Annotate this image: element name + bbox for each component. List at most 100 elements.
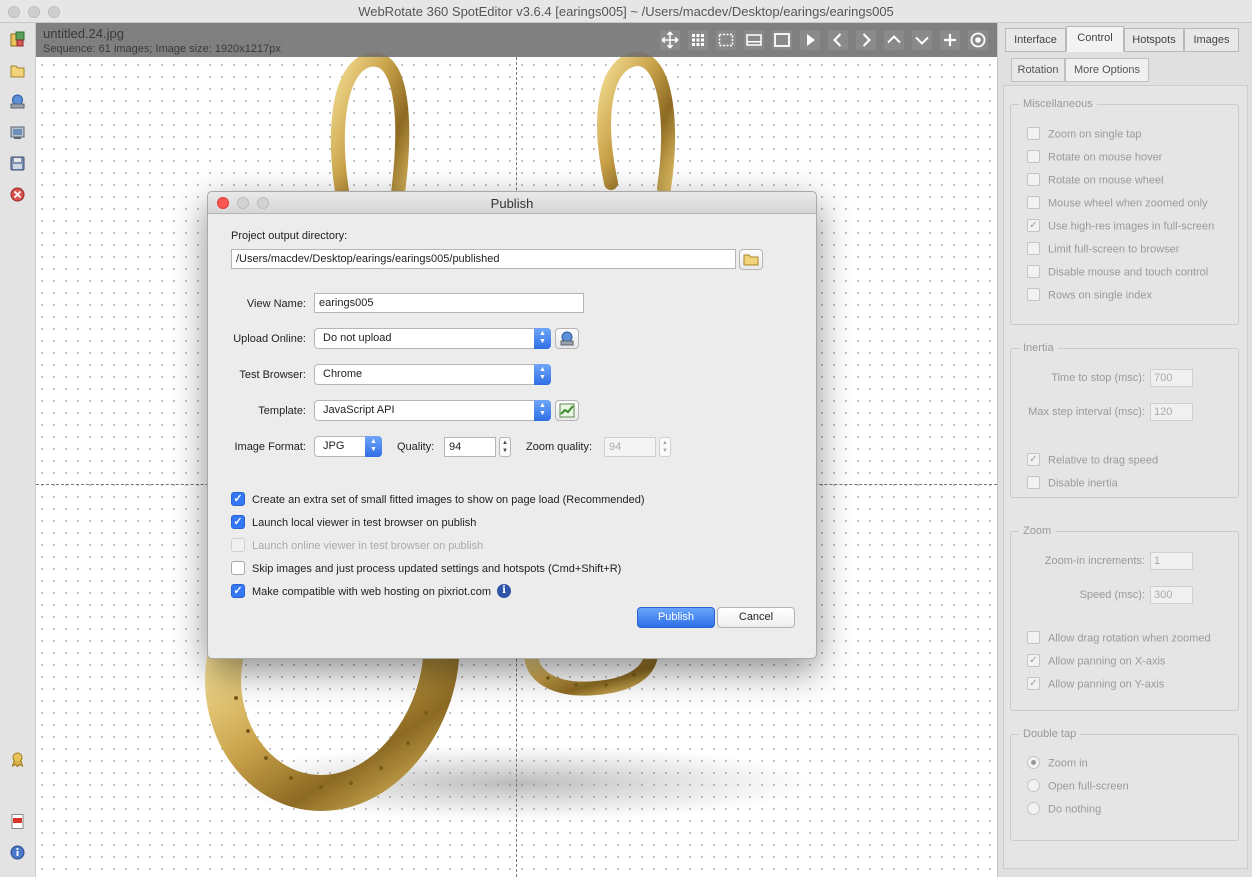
radio[interactable] [1027, 802, 1040, 815]
radio-selected[interactable] [1027, 756, 1040, 769]
template-options-button[interactable] [555, 400, 579, 421]
max-step-interval-input[interactable]: 120 [1150, 403, 1193, 421]
tab-interface[interactable]: Interface [1005, 28, 1066, 52]
publish-icon[interactable] [9, 124, 26, 141]
checkbox[interactable] [1027, 242, 1040, 255]
option-zoom-on-single-tap[interactable]: Zoom on single tap [1027, 127, 1142, 142]
checkbox[interactable] [1027, 196, 1040, 209]
option-disable-mouse-touch[interactable]: Disable mouse and touch control [1027, 265, 1208, 280]
checkbox[interactable] [1027, 265, 1040, 278]
option-label: Limit full-screen to browser [1048, 243, 1180, 256]
zoom-quality-stepper[interactable]: ▲ ▼ [659, 437, 671, 457]
play-icon[interactable] [800, 30, 820, 50]
upload-icon[interactable] [9, 93, 26, 110]
radio-open-fullscreen[interactable]: Open full-screen [1027, 779, 1129, 794]
output-dir-field[interactable]: /Users/macdev/Desktop/earings/earings005… [231, 249, 736, 269]
option-drag-rotation-zoomed[interactable]: Allow drag rotation when zoomed [1027, 631, 1211, 646]
zoom-quality-field[interactable]: 94 [604, 437, 656, 457]
target-icon[interactable] [968, 30, 988, 50]
option-label: Mouse wheel when zoomed only [1048, 197, 1208, 210]
checkbox-label: Launch local viewer in test browser on p… [252, 516, 477, 529]
option-rows-single-index[interactable]: Rows on single index [1027, 288, 1152, 303]
new-project-icon[interactable] [9, 31, 26, 48]
option-disable-inertia[interactable]: Disable inertia [1027, 476, 1118, 491]
image-format-select[interactable]: JPG ▲ ▼ [314, 436, 382, 457]
checkbox[interactable] [1027, 476, 1040, 489]
subtab-more-options[interactable]: More Options [1065, 58, 1149, 82]
save-icon[interactable] [9, 155, 26, 172]
checkbox-checked[interactable]: ✓ [1027, 654, 1040, 667]
zoom-speed-input[interactable]: 300 [1150, 586, 1193, 604]
zoom-increments-input[interactable]: 1 [1150, 552, 1193, 570]
checkbox[interactable] [1027, 127, 1040, 140]
upload-online-select[interactable]: Do not upload ▲ ▼ [314, 328, 551, 349]
prev-icon[interactable] [828, 30, 848, 50]
option-panning-x[interactable]: ✓ Allow panning on X-axis [1027, 654, 1165, 669]
option-mouse-wheel-zoomed-only[interactable]: Mouse wheel when zoomed only [1027, 196, 1208, 211]
checkbox-pixriot-compatible[interactable]: ✓ Make compatible with web hosting on pix… [231, 584, 512, 601]
radio[interactable] [1027, 779, 1040, 792]
checkbox-checked[interactable]: ✓ [231, 492, 245, 506]
template-label: Template: [258, 405, 306, 417]
browse-folder-button[interactable] [739, 249, 763, 270]
option-relative-to-drag-speed[interactable]: ✓ Relative to drag speed [1027, 453, 1158, 468]
option-panning-y[interactable]: ✓ Allow panning on Y-axis [1027, 677, 1165, 692]
grid-icon[interactable] [688, 30, 708, 50]
option-rotate-on-mouse-wheel[interactable]: Rotate on mouse wheel [1027, 173, 1164, 188]
radio-zoom-in[interactable]: Zoom in [1027, 756, 1088, 771]
tab-images[interactable]: Images [1184, 28, 1239, 52]
checkbox[interactable] [1027, 173, 1040, 186]
checkbox-checked[interactable]: ✓ [1027, 677, 1040, 690]
checkbox-checked[interactable]: ✓ [231, 515, 245, 529]
info-icon[interactable] [9, 844, 26, 861]
option-limit-fullscreen[interactable]: Limit full-screen to browser [1027, 242, 1180, 257]
image-file-name: untitled.24.jpg [43, 26, 124, 41]
badge-icon[interactable] [9, 751, 26, 768]
select-region-icon[interactable] [716, 30, 736, 50]
add-hotspot-icon[interactable] [940, 30, 960, 50]
view-name-field[interactable]: earings005 [314, 293, 584, 313]
template-select[interactable]: JavaScript API ▲ ▼ [314, 400, 551, 421]
checkbox-skip-images[interactable]: Skip images and just process updated set… [231, 561, 621, 578]
time-to-stop-input[interactable]: 700 [1150, 369, 1193, 387]
group-inertia: Inertia Time to stop (msc): 700 Max step… [1010, 342, 1239, 498]
fit-width-icon[interactable] [744, 30, 764, 50]
subtab-rotation[interactable]: Rotation [1011, 58, 1065, 82]
open-folder-icon[interactable] [9, 62, 26, 79]
move-icon[interactable] [660, 30, 680, 50]
select-arrows-icon: ▲ ▼ [534, 400, 551, 421]
radio-do-nothing[interactable]: Do nothing [1027, 802, 1101, 817]
test-browser-select[interactable]: Chrome ▲ ▼ [314, 364, 551, 385]
checkbox[interactable] [1027, 150, 1040, 163]
option-high-res-fullscreen[interactable]: ✓ Use high-res images in full-screen [1027, 219, 1214, 234]
checkbox[interactable] [1027, 631, 1040, 644]
checkbox[interactable] [231, 561, 245, 575]
down-icon[interactable] [912, 30, 932, 50]
info-icon[interactable]: i [497, 584, 512, 598]
next-icon[interactable] [856, 30, 876, 50]
group-title: Inertia [1019, 342, 1058, 354]
options-body: Miscellaneous Zoom on single tap Rotate … [1003, 85, 1248, 869]
max-step-interval-label: Max step interval (msc): [1028, 406, 1145, 418]
quality-stepper[interactable]: ▲ ▼ [499, 437, 511, 457]
tab-control[interactable]: Control [1066, 26, 1124, 52]
checkbox-label: Create an extra set of small fitted imag… [252, 493, 645, 506]
fit-screen-icon[interactable] [772, 30, 792, 50]
tab-hotspots[interactable]: Hotspots [1124, 28, 1184, 52]
checkbox-launch-local-viewer[interactable]: ✓ Launch local viewer in test browser on … [231, 515, 477, 532]
group-title: Zoom [1019, 525, 1056, 537]
pdf-icon[interactable] [9, 813, 26, 830]
checkbox-checked[interactable]: ✓ [231, 584, 245, 598]
checkbox-small-fitted-images[interactable]: ✓ Create an extra set of small fitted ima… [231, 492, 645, 509]
close-project-icon[interactable] [9, 186, 26, 203]
upload-settings-button[interactable] [555, 328, 579, 349]
option-label: Allow panning on Y-axis [1048, 678, 1165, 691]
quality-field[interactable]: 94 [444, 437, 496, 457]
up-icon[interactable] [884, 30, 904, 50]
checkbox-checked[interactable]: ✓ [1027, 453, 1040, 466]
option-rotate-on-mouse-hover[interactable]: Rotate on mouse hover [1027, 150, 1162, 165]
checkbox-checked[interactable]: ✓ [1027, 219, 1040, 232]
publish-button[interactable]: Publish [637, 607, 715, 628]
checkbox[interactable] [1027, 288, 1040, 301]
cancel-button[interactable]: Cancel [717, 607, 795, 628]
